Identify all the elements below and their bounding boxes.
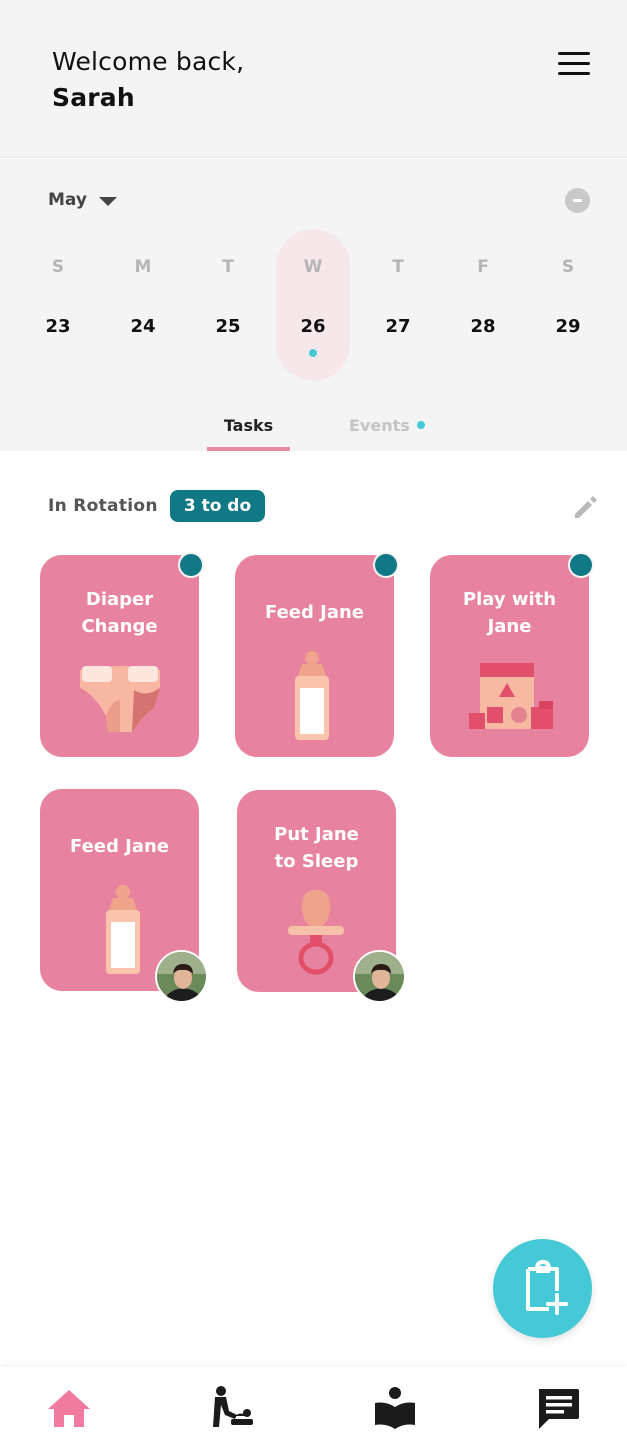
pacifier-icon xyxy=(286,888,346,982)
pending-indicator xyxy=(373,552,399,578)
hamburger-icon[interactable] xyxy=(558,52,592,76)
day-sat[interactable]: S 29 xyxy=(531,229,605,381)
day-of-week: S xyxy=(561,257,575,277)
task-card-feed-jane[interactable]: Feed Jane xyxy=(235,552,399,757)
task-title: Feed Jane xyxy=(265,602,364,623)
task-title: Diaper Change xyxy=(81,589,158,637)
day-number: 25 xyxy=(215,316,241,337)
tab-label: Tasks xyxy=(223,416,274,435)
nav-chat-icon[interactable] xyxy=(533,1383,583,1433)
day-number: 27 xyxy=(385,316,411,337)
add-task-button[interactable] xyxy=(493,1239,592,1338)
task-card-diaper-change[interactable]: Diaper Change xyxy=(40,552,204,757)
task-card-play-with-jane[interactable]: Play with Jane xyxy=(430,552,594,757)
tab-events[interactable]: Events xyxy=(349,416,425,435)
pencil-icon[interactable] xyxy=(571,492,601,522)
bottom-nav xyxy=(0,1367,627,1451)
user-name: Sarah xyxy=(52,83,135,112)
tab-label: Events xyxy=(349,416,410,435)
pending-indicator xyxy=(568,552,594,578)
assignee-avatar[interactable] xyxy=(353,950,406,1003)
events-indicator-dot xyxy=(416,421,425,429)
minus-circle-icon[interactable] xyxy=(565,188,590,213)
month-label: May xyxy=(48,190,87,210)
bottle-icon xyxy=(103,884,143,980)
day-thu[interactable]: T 27 xyxy=(361,229,435,381)
day-tue[interactable]: T 25 xyxy=(191,229,265,381)
bottle-icon xyxy=(292,650,332,746)
day-wed-selected[interactable]: W 26 xyxy=(276,229,350,381)
pending-indicator xyxy=(178,552,204,578)
task-title: Play with Jane xyxy=(462,589,557,637)
task-card-feed-jane-assigned[interactable]: Feed Jane xyxy=(40,789,208,1003)
header: Welcome back, Sarah xyxy=(0,0,627,158)
assignee-avatar[interactable] xyxy=(155,950,208,1003)
day-of-week: T xyxy=(392,257,404,277)
day-of-week: M xyxy=(134,257,152,277)
nav-baby-changing-icon[interactable] xyxy=(207,1383,257,1433)
day-mon[interactable]: M 24 xyxy=(106,229,180,381)
day-number: 29 xyxy=(555,316,581,337)
day-of-week: F xyxy=(477,257,489,277)
day-sun[interactable]: S 23 xyxy=(21,229,95,381)
task-title: Feed Jane xyxy=(70,836,169,857)
blocks-icon xyxy=(467,661,557,735)
day-of-week: S xyxy=(51,257,65,277)
day-of-week: T xyxy=(222,257,234,277)
chevron-down-icon xyxy=(98,196,117,206)
in-rotation-label: In Rotation xyxy=(48,496,158,516)
greeting: Welcome back, xyxy=(52,47,245,76)
day-number: 28 xyxy=(470,316,496,337)
add-task-clipboard-icon xyxy=(526,1260,568,1315)
welcome-text: Welcome back, Sarah xyxy=(52,44,244,116)
day-number: 23 xyxy=(45,316,71,337)
nav-home-icon[interactable] xyxy=(44,1383,94,1433)
day-fri[interactable]: F 28 xyxy=(446,229,520,381)
diaper-icon xyxy=(76,660,164,736)
tab-tasks[interactable]: Tasks xyxy=(207,416,290,451)
todo-count-badge: 3 to do xyxy=(170,490,265,522)
task-title: Put Jane to Sleep xyxy=(274,824,359,872)
day-of-week: W xyxy=(303,257,323,277)
event-dot xyxy=(309,349,317,357)
week-calendar: May S 23 M 24 T 25 W 26 T 27 F 28 S 29 T… xyxy=(0,159,627,451)
day-number: 24 xyxy=(130,316,156,337)
month-dropdown[interactable]: May xyxy=(48,190,117,210)
nav-reading-icon[interactable] xyxy=(370,1383,420,1433)
task-card-put-jane-to-sleep[interactable]: Put Jane to Sleep xyxy=(237,790,406,1003)
day-number: 26 xyxy=(300,316,326,337)
